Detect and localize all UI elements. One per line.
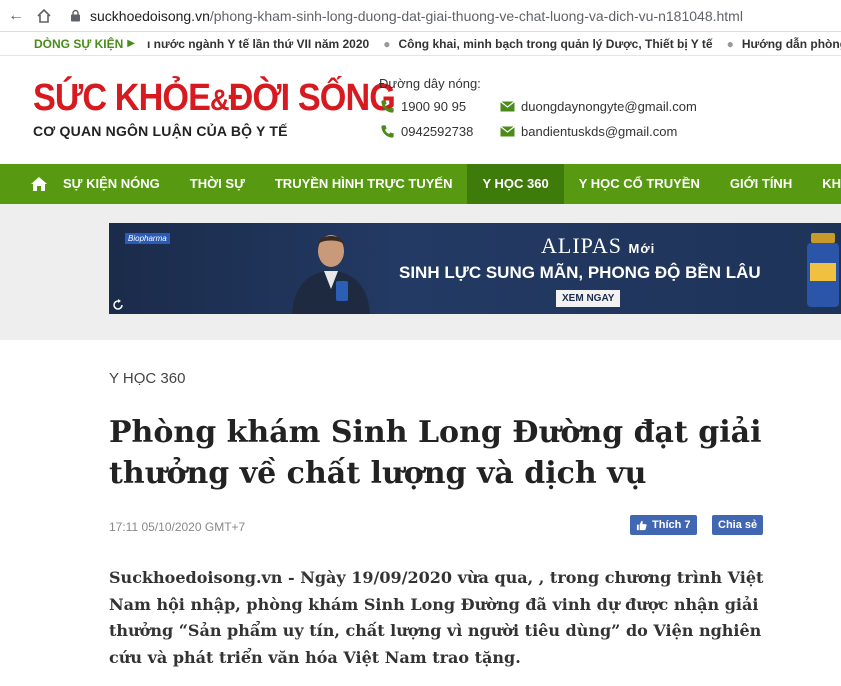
logo-tagline: CƠ QUAN NGÔN LUẬN CỦA BỘ Y TẾ xyxy=(33,123,288,139)
facebook-share-button[interactable]: Chia sẻ xyxy=(712,515,764,535)
main-nav: SỰ KIỆN NÓNG THỜI SỰ TRUYỀN HÌNH TRỰC TU… xyxy=(0,164,841,204)
lock-icon[interactable] xyxy=(68,9,82,23)
address-field[interactable]: suckhoedoisong.vn/phong-kham-sinh-long-d… xyxy=(90,8,743,24)
home-icon[interactable] xyxy=(30,164,48,204)
logo-ampersand: & xyxy=(210,84,229,117)
logo-text-part2: ĐỜI SỐNG xyxy=(228,77,396,119)
nav-item-gioi-tinh[interactable]: GIỚI TÍNH xyxy=(715,164,807,204)
nav-item-su-kien-nong[interactable]: SỰ KIỆN NÓNG xyxy=(48,164,175,204)
ad-slogan: SINH LỰC SUNG MÃN, PHONG ĐỘ BỀN LÂU xyxy=(399,263,761,282)
logo-text-part1: SỨC KHỎE xyxy=(33,77,211,119)
site-logo[interactable]: SỨC KHỎE&ĐỜI SỐNG CƠ QUAN NGÔN LUẬN CỦA … xyxy=(33,78,435,139)
ticker-item[interactable]: Công khai, minh bạch trong quản lý Dược,… xyxy=(398,37,712,51)
article-title: Phòng khám Sinh Long Đường đạt giải thưở… xyxy=(109,415,762,491)
phone-number: 1900 90 95 xyxy=(401,98,467,114)
email-address: duongdaynongyte@gmail.com xyxy=(521,98,697,114)
phone-contact-2[interactable]: 0942592738 xyxy=(379,123,473,139)
bullet-icon: ● xyxy=(726,36,734,51)
ticker-arrow-icon: ▶ xyxy=(127,38,135,49)
ad-area: Biopharma ALIPAS Mới SINH LỰC SUNG MÃN, … xyxy=(0,204,841,340)
article-category[interactable]: Y HỌC 360 xyxy=(109,370,185,387)
ticker-item[interactable]: Hướng dẫn phòng chống xyxy=(742,37,841,51)
phone-number: 0942592738 xyxy=(401,123,474,139)
back-arrow-icon[interactable]: ← xyxy=(4,4,28,28)
nav-item-thoi-su[interactable]: THỜI SỰ xyxy=(175,164,260,204)
article-datetime: 17:11 05/10/2020 GMT+7 xyxy=(109,520,246,534)
nav-item-y-hoc-co-truyen[interactable]: Y HỌC CỔ TRUYỀN xyxy=(564,164,715,204)
refresh-icon[interactable] xyxy=(112,299,124,311)
site-header: SỨC KHỎE&ĐỜI SỐNG CƠ QUAN NGÔN LUẬN CỦA … xyxy=(0,56,841,164)
home-icon[interactable] xyxy=(32,4,56,28)
ticker-label: DÒNG SỰ KIỆN xyxy=(34,36,124,51)
bullet-icon: ● xyxy=(383,36,391,51)
like-label: Thích 7 xyxy=(652,519,691,531)
thumbs-up-icon xyxy=(636,520,647,531)
phone-contact-1[interactable]: 1900 90 95 xyxy=(379,98,466,114)
hotline-label: Đường dây nóng: xyxy=(379,76,481,91)
phone-icon xyxy=(379,98,395,114)
event-ticker: DÒNG SỰ KIỆN ▶ ı nước ngành Y tế lần thứ… xyxy=(0,32,841,56)
ticker-item[interactable]: ı nước ngành Y tế lần thứ VII năm 2020 xyxy=(147,37,369,51)
phone-icon xyxy=(379,123,395,139)
ad-small-logo: Biopharma xyxy=(125,233,170,244)
facebook-like-button[interactable]: Thích 7 xyxy=(630,515,697,535)
nav-item-khoe-dep[interactable]: KHỎE ĐẸP + xyxy=(807,164,841,204)
ad-cta-button[interactable]: XEM NGAY xyxy=(556,290,621,307)
nav-item-y-hoc-360[interactable]: Y HỌC 360 xyxy=(467,164,564,204)
envelope-icon xyxy=(499,98,515,114)
email-address: bandientuskds@gmail.com xyxy=(521,123,678,139)
email-contact-1[interactable]: duongdaynongyte@gmail.com xyxy=(499,98,697,114)
envelope-icon xyxy=(499,123,515,139)
browser-url-bar: ← suckhoedoisong.vn/phong-kham-sinh-long… xyxy=(0,0,841,32)
ad-brand: ALIPAS Mới xyxy=(541,233,656,258)
ad-product-bottle xyxy=(807,233,839,307)
nav-item-truyen-hinh[interactable]: TRUYỀN HÌNH TRỰC TUYẾN xyxy=(260,164,468,204)
ad-model-image xyxy=(292,235,370,314)
email-contact-2[interactable]: bandientuskds@gmail.com xyxy=(499,123,677,139)
ad-banner[interactable]: Biopharma ALIPAS Mới SINH LỰC SUNG MÃN, … xyxy=(109,223,841,314)
article-lead: Suckhoedoisong.vn - Ngày 19/09/2020 vừa … xyxy=(109,568,764,667)
